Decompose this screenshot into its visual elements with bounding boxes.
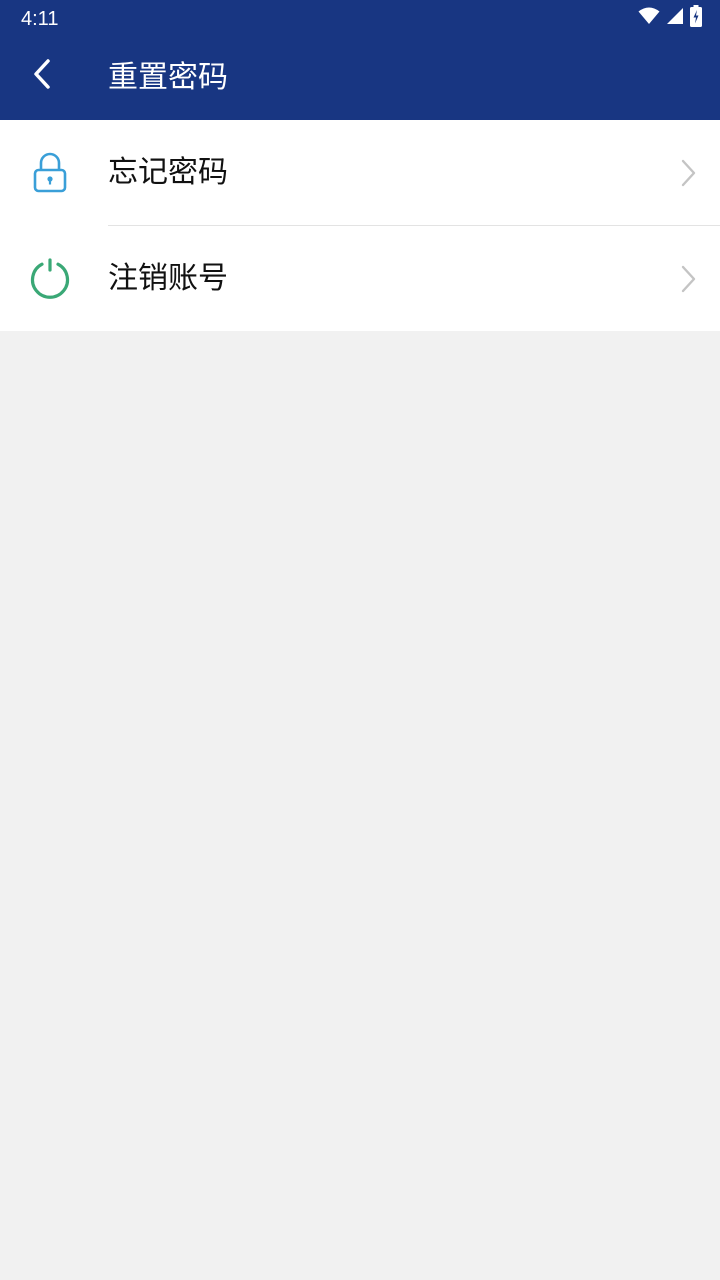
status-icons	[638, 5, 702, 31]
app-header: 4:11 重置密码	[0, 0, 720, 120]
cancel-account-label: 注销账号	[108, 261, 228, 296]
status-bar: 4:11	[0, 0, 720, 38]
battery-charging-icon	[690, 5, 702, 31]
lock-icon	[28, 151, 72, 195]
chevron-right-icon	[676, 158, 700, 188]
forgot-password-label: 忘记密码	[108, 155, 228, 190]
cell-signal-icon	[666, 7, 684, 29]
wifi-icon	[638, 7, 660, 29]
cancel-account-item[interactable]: 注销账号	[0, 226, 720, 331]
chevron-left-icon	[32, 58, 52, 94]
menu-list: 忘记密码 注销账号	[0, 120, 720, 331]
page-title: 重置密码	[108, 60, 228, 95]
status-time: 4:11	[21, 8, 59, 30]
forgot-password-item[interactable]: 忘记密码	[0, 120, 720, 226]
toolbar: 重置密码	[0, 38, 720, 120]
back-button[interactable]	[18, 52, 66, 100]
chevron-right-icon	[676, 264, 700, 294]
power-icon	[28, 257, 72, 301]
